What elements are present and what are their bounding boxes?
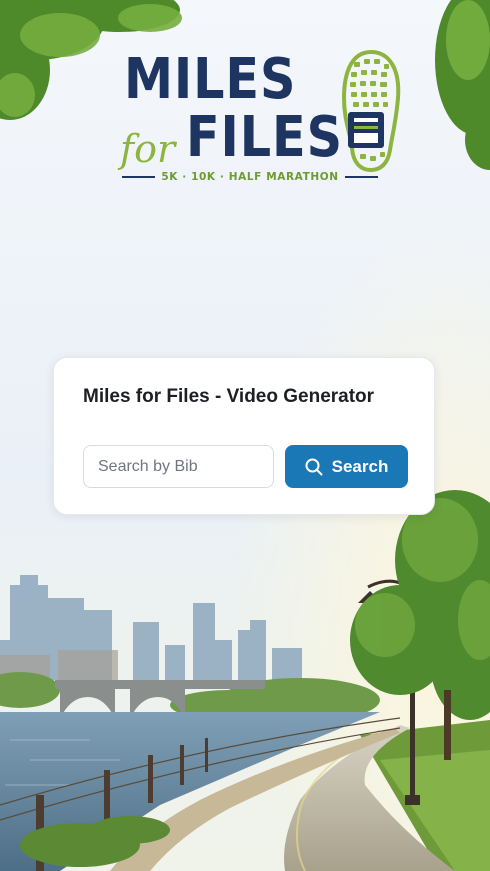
logo-tagline-row: 5K · 10K · HALF MARATHON: [122, 171, 379, 183]
search-button-label: Search: [331, 456, 389, 476]
tagline-rule-left: [122, 176, 156, 178]
logo-files-text: FILES: [186, 105, 343, 170]
logo-tagline: 5K · 10K · HALF MARATHON: [161, 171, 339, 183]
logo-for-text: for: [120, 127, 176, 171]
search-icon: [305, 458, 323, 475]
miles-for-files-logo: MILES for FILES 5K · 10K · HALF MARATHON: [118, 48, 408, 188]
shoe-print-file-icon: [341, 50, 401, 172]
bib-search-input[interactable]: [83, 445, 274, 488]
logo-miles-text: MILES: [124, 47, 297, 112]
search-card: Miles for Files - Video Generator Search: [53, 357, 435, 515]
tagline-rule-right: [344, 176, 379, 178]
search-button[interactable]: Search: [285, 445, 408, 488]
card-title: Miles for Files - Video Generator: [83, 386, 375, 407]
